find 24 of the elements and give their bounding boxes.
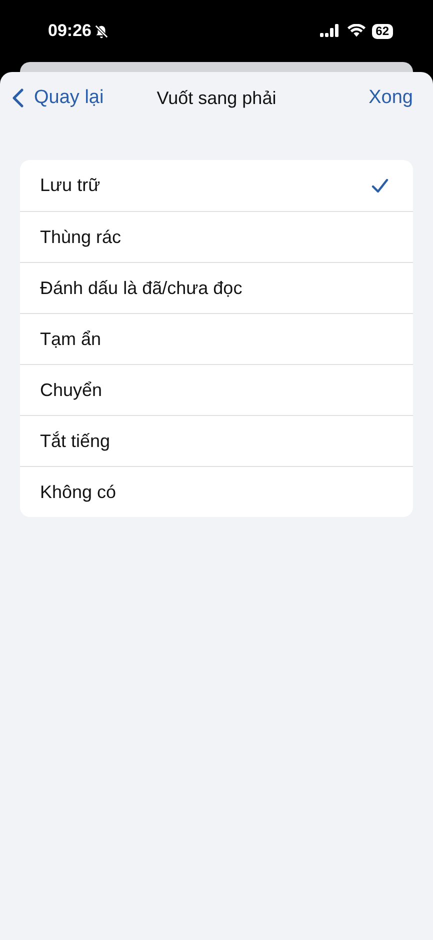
- option-row[interactable]: Thùng rác: [20, 211, 413, 262]
- option-row[interactable]: Lưu trữ: [20, 160, 413, 211]
- signal-icon: [318, 24, 341, 38]
- option-label: Đánh dấu là đã/chưa đọc: [40, 278, 242, 298]
- checkmark-icon: [371, 178, 389, 194]
- done-button[interactable]: Xong: [368, 87, 413, 109]
- option-label: Tạm ẩn: [40, 328, 102, 350]
- wifi-icon: [346, 24, 366, 38]
- option-label: Lưu trữ: [40, 175, 100, 196]
- option-row[interactable]: Chuyển: [20, 364, 413, 415]
- battery-indicator: 62: [372, 24, 393, 38]
- option-row[interactable]: Không có: [20, 466, 413, 517]
- screen-title: Vuốt sang phải: [156, 88, 276, 108]
- option-row[interactable]: Tạm ẩn: [20, 313, 413, 364]
- option-row[interactable]: Tắt tiếng: [20, 415, 413, 466]
- back-button[interactable]: Quay lại: [12, 87, 104, 109]
- option-label: Chuyển: [40, 380, 102, 400]
- option-label: Tắt tiếng: [40, 430, 110, 452]
- option-row[interactable]: Đánh dấu là đã/chưa đọc: [20, 262, 413, 313]
- status-time: 09:26: [48, 21, 92, 41]
- option-label: Không có: [40, 482, 116, 502]
- option-label: Thùng rác: [40, 226, 122, 248]
- chevron-left-icon: [12, 88, 24, 108]
- bell-muted-icon: [94, 24, 110, 38]
